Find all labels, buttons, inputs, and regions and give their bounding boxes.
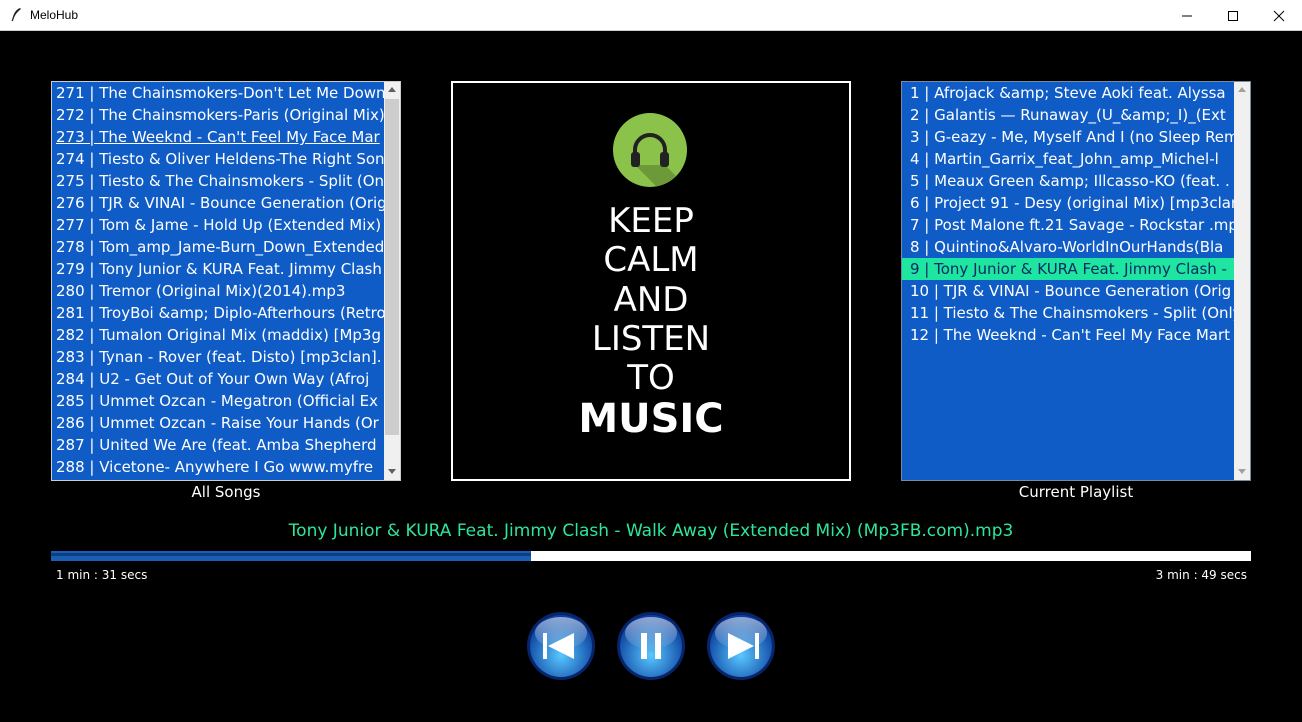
art-line: TO [627, 358, 675, 398]
list-item[interactable]: 275 | Tiesto & The Chainsmokers - Split … [52, 170, 385, 192]
previous-button[interactable] [526, 611, 596, 681]
list-item[interactable]: 276 | TJR & VINAI - Bounce Generation (O… [52, 192, 385, 214]
current-playlist-list[interactable]: 1 | Afrojack &amp; Steve Aoki feat. Alys… [901, 81, 1251, 481]
maximize-button[interactable] [1210, 0, 1256, 31]
feather-icon [11, 8, 21, 22]
list-item[interactable]: 285 | Ummet Ozcan - Megatron (Official E… [52, 390, 385, 412]
close-button[interactable] [1256, 0, 1302, 31]
progress-fill [51, 551, 531, 561]
list-item[interactable]: 278 | Tom_amp_Jame-Burn_Down_Extended [52, 236, 385, 258]
pause-icon [617, 612, 685, 680]
list-item[interactable]: 3 | G-eazy - Me, Myself And I (no Sleep … [902, 126, 1235, 148]
art-line: MUSIC [578, 396, 724, 442]
list-item[interactable]: 287 | United We Are (feat. Amba Shepherd [52, 434, 385, 456]
list-item[interactable]: 279 | Tony Junior & KURA Feat. Jimmy Cla… [52, 258, 385, 280]
list-item[interactable]: 2 | Galantis — Runaway_(U_&amp;_I)_(Ext [902, 104, 1235, 126]
all-songs-caption: All Songs [191, 483, 261, 501]
art-line: LISTEN [591, 319, 711, 359]
current-time: 1 min : 31 secs [56, 568, 148, 582]
next-icon [707, 612, 775, 680]
playlist-caption: Current Playlist [1018, 483, 1134, 501]
close-icon [1273, 10, 1285, 22]
list-item[interactable]: 282 | Tumalon Original Mix (maddix) [Mp3… [52, 324, 385, 346]
list-item[interactable]: 11 | Tiesto & The Chainsmokers - Split (… [902, 302, 1235, 324]
list-item[interactable]: 284 | U2 - Get Out of Your Own Way (Afro… [52, 368, 385, 390]
maximize-icon [1228, 11, 1238, 21]
list-item[interactable]: 273 | The Weeknd - Can't Feel My Face Ma… [52, 126, 385, 148]
playlist-scrollbar[interactable] [1234, 82, 1250, 480]
title-bar: MeloHub [0, 0, 1302, 31]
list-item[interactable]: 1 | Afrojack &amp; Steve Aoki feat. Alys… [902, 82, 1235, 104]
list-item[interactable]: 6 | Project 91 - Desy (original Mix) [mp… [902, 192, 1235, 214]
list-item[interactable]: 288 | Vicetone- Anywhere I Go www.myfre [52, 456, 385, 478]
list-item[interactable]: 283 | Tynan - Rover (feat. Disto) [mp3cl… [52, 346, 385, 368]
list-item[interactable]: 271 | The Chainsmokers-Don't Let Me Down [52, 82, 385, 104]
scroll-down-button[interactable] [1234, 464, 1250, 480]
list-item[interactable]: 7 | Post Malone ft.21 Savage - Rockstar … [902, 214, 1235, 236]
list-item[interactable]: 10 | TJR & VINAI - Bounce Generation (Or… [902, 280, 1235, 302]
scroll-up-arrow-icon [388, 87, 396, 92]
all-songs-scrollbar[interactable] [384, 82, 400, 480]
art-line: AND [613, 280, 689, 320]
minimize-button[interactable] [1164, 0, 1210, 31]
next-button[interactable] [706, 611, 776, 681]
pause-button[interactable] [616, 611, 686, 681]
scroll-up-button[interactable] [384, 82, 400, 98]
list-item[interactable]: 281 | TroyBoi &amp; Diplo-Afterhours (Re… [52, 302, 385, 324]
album-art: KEEP CALM AND LISTEN TO MUSIC [451, 81, 851, 481]
scroll-thumb[interactable] [385, 99, 399, 435]
headphones-icon [613, 113, 687, 187]
playlist-rows: 1 | Afrojack &amp; Steve Aoki feat. Alys… [902, 82, 1235, 346]
window-title: MeloHub [30, 8, 79, 22]
list-item[interactable]: 280 | Tremor (Original Mix)(2014).mp3 [52, 280, 385, 302]
scroll-down-button[interactable] [384, 464, 400, 480]
all-songs-list[interactable]: 271 | The Chainsmokers-Don't Let Me Down… [51, 81, 401, 481]
scroll-down-arrow-icon [1238, 469, 1246, 474]
progress-bar[interactable] [51, 551, 1251, 561]
list-item[interactable]: 12 | The Weeknd - Can't Feel My Face Mar… [902, 324, 1235, 346]
art-line: CALM [603, 240, 699, 280]
all-songs-rows: 271 | The Chainsmokers-Don't Let Me Down… [52, 82, 385, 478]
list-item[interactable]: 4 | Martin_Garrix_feat_John_amp_Michel-l [902, 148, 1235, 170]
list-item[interactable]: 5 | Meaux Green &amp; Illcasso-KO (feat.… [902, 170, 1235, 192]
prev-icon [527, 612, 595, 680]
minimize-icon [1182, 15, 1192, 17]
list-item[interactable]: 274 | Tiesto & Oliver Heldens-The Right … [52, 148, 385, 170]
list-item[interactable]: 8 | Quintino&Alvaro-WorldInOurHands(Bla [902, 236, 1235, 258]
list-item[interactable]: 9 | Tony Junior & KURA Feat. Jimmy Clash… [902, 258, 1235, 280]
list-item[interactable]: 286 | Ummet Ozcan - Raise Your Hands (Or [52, 412, 385, 434]
art-line: KEEP [608, 201, 694, 241]
total-time: 3 min : 49 secs [1155, 568, 1247, 582]
now-playing-title: Tony Junior & KURA Feat. Jimmy Clash - W… [288, 521, 1014, 541]
scroll-down-arrow-icon [388, 469, 396, 474]
scroll-up-button[interactable] [1234, 82, 1250, 98]
list-item[interactable]: 277 | Tom & Jame - Hold Up (Extended Mix… [52, 214, 385, 236]
list-item[interactable]: 272 | The Chainsmokers-Paris (Original M… [52, 104, 385, 126]
scroll-up-arrow-icon [1238, 87, 1246, 92]
